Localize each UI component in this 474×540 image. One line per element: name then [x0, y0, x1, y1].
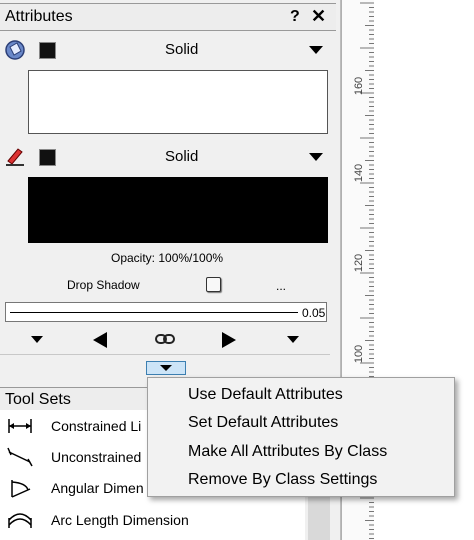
fill-style-dropdown-icon[interactable] — [309, 46, 323, 54]
expand-menu-button[interactable] — [146, 361, 186, 375]
ruler-label: 160 — [353, 76, 366, 96]
tool-item-arc-length[interactable]: Arc Length Dimension — [0, 506, 305, 536]
menu-item-make-all-attributes-by-class[interactable]: Make All Attributes By Class — [188, 443, 387, 461]
drop-shadow-more-button[interactable]: ... — [276, 279, 286, 293]
tool-sets-title: Tool Sets — [5, 391, 71, 408]
palette-titlebar[interactable]: Attributes ? ✕ — [0, 3, 336, 31]
pen-icon[interactable] — [4, 145, 26, 167]
tool-item-label: Unconstrained — [51, 449, 142, 465]
drop-shadow-checkbox[interactable] — [206, 277, 221, 292]
angular-dimension-icon — [6, 477, 34, 499]
pen-style-label[interactable]: Solid — [165, 148, 198, 165]
end-arrowhead-icon[interactable] — [222, 332, 236, 348]
fill-preview — [28, 70, 328, 134]
fill-style-label[interactable]: Solid — [165, 41, 198, 58]
section-divider — [0, 354, 330, 355]
constrained-linear-dimension-icon — [6, 415, 34, 437]
pen-style-dropdown-icon[interactable] — [309, 153, 323, 161]
tool-item-label: Constrained Li — [51, 418, 142, 434]
start-arrowhead-icon[interactable] — [93, 332, 107, 348]
ruler-label: 120 — [353, 253, 366, 273]
help-icon[interactable]: ? — [290, 8, 300, 26]
menu-item-set-default-attributes[interactable]: Set Default Attributes — [188, 414, 338, 432]
ruler-label: 100 — [353, 344, 366, 364]
menu-item-remove-by-class-settings[interactable]: Remove By Class Settings — [188, 471, 377, 489]
line-weight-field[interactable]: 0.05 — [5, 302, 327, 322]
context-menu: Use Default Attributes Set Default Attri… — [147, 377, 455, 497]
end-arrow-dropdown-icon[interactable] — [287, 336, 299, 343]
pen-preview — [28, 177, 328, 243]
tool-item-label: Angular Dimen — [51, 480, 144, 496]
opacity-text[interactable]: Opacity: 100%/100% — [111, 251, 223, 265]
chevron-down-icon — [160, 365, 172, 371]
drop-shadow-label: Drop Shadow — [67, 278, 140, 292]
line-weight-value: 0.05 — [302, 306, 326, 320]
close-icon[interactable]: ✕ — [311, 6, 326, 27]
palette-title: Attributes — [5, 8, 73, 25]
unconstrained-dimension-icon — [6, 446, 34, 468]
menu-item-use-default-attributes[interactable]: Use Default Attributes — [188, 386, 343, 404]
link-arrows-icon[interactable] — [155, 332, 175, 346]
tool-item-label: Arc Length Dimension — [51, 512, 189, 528]
fill-bucket-icon[interactable] — [4, 39, 26, 61]
start-arrow-dropdown-icon[interactable] — [31, 336, 43, 343]
ruler-label: 140 — [353, 163, 366, 183]
fill-color-swatch[interactable] — [39, 42, 56, 59]
arc-length-dimension-icon — [6, 509, 34, 531]
pen-color-swatch[interactable] — [39, 149, 56, 166]
line-weight-line — [10, 312, 298, 313]
